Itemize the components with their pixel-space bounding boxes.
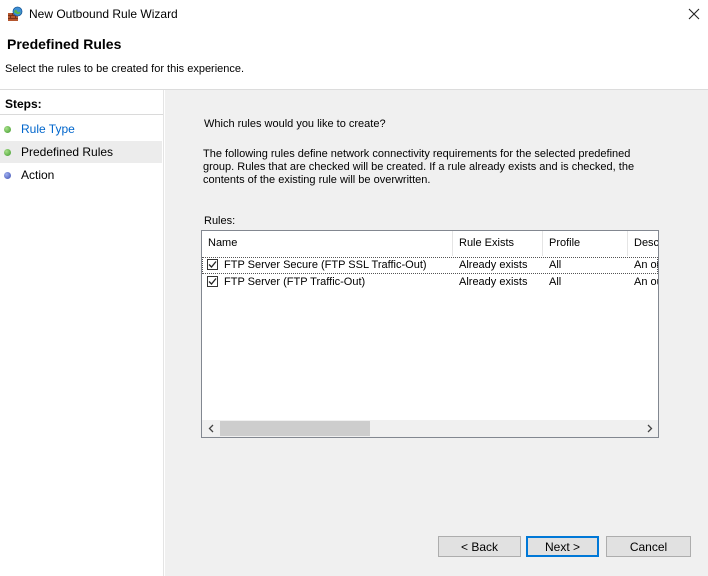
- step-rule-type[interactable]: Rule Type: [0, 118, 162, 140]
- horizontal-scrollbar[interactable]: [202, 420, 658, 437]
- checkmark-icon: [208, 261, 217, 268]
- step-status-dot: [4, 149, 11, 156]
- page-title: Predefined Rules: [7, 36, 122, 52]
- rule-profile: All: [549, 259, 562, 271]
- column-header-name[interactable]: Name: [202, 231, 453, 256]
- chevron-left-icon: [208, 424, 213, 433]
- rules-label: Rules:: [204, 215, 236, 227]
- rule-exists: Already exists: [459, 259, 528, 271]
- rule-name: FTP Server Secure (FTP SSL Traffic-Out): [224, 259, 427, 271]
- cancel-button[interactable]: Cancel: [606, 536, 691, 557]
- column-header-rule-exists[interactable]: Rule Exists: [453, 231, 543, 256]
- scroll-thumb[interactable]: [220, 421, 370, 436]
- back-button[interactable]: < Back: [438, 536, 521, 557]
- step-status-dot: [4, 126, 11, 133]
- checkmark-icon: [208, 278, 217, 285]
- steps-divider: [0, 114, 163, 115]
- rule-exists: Already exists: [459, 276, 528, 288]
- explanation-text: The following rules define network conne…: [203, 148, 635, 186]
- next-button[interactable]: Next >: [526, 536, 599, 557]
- rule-checkbox[interactable]: [207, 276, 218, 287]
- window-title: New Outbound Rule Wizard: [29, 7, 178, 21]
- question-text: Which rules would you like to create?: [204, 118, 386, 130]
- steps-heading: Steps:: [5, 97, 42, 111]
- rule-checkbox[interactable]: [207, 259, 218, 270]
- close-icon: [688, 8, 700, 20]
- step-action: Action: [0, 164, 162, 186]
- chevron-right-icon: [647, 424, 652, 433]
- step-status-dot: [4, 172, 11, 179]
- rule-name: FTP Server (FTP Traffic-Out): [224, 276, 366, 288]
- step-label: Action: [21, 168, 55, 182]
- scroll-right-button[interactable]: [641, 420, 658, 437]
- close-button[interactable]: [680, 0, 708, 28]
- step-label: Predefined Rules: [21, 145, 114, 159]
- step-label[interactable]: Rule Type: [21, 122, 75, 136]
- firewall-wizard-icon: [7, 6, 23, 22]
- page-subtitle: Select the rules to be created for this …: [5, 63, 245, 75]
- scroll-left-button[interactable]: [202, 420, 219, 437]
- table-row[interactable]: FTP Server Secure (FTP SSL Traffic-Out) …: [202, 257, 658, 274]
- column-header-description[interactable]: Desc: [628, 231, 658, 256]
- rule-description: An ou: [634, 259, 658, 271]
- step-predefined-rules: Predefined Rules: [0, 141, 162, 163]
- rules-list[interactable]: Name Rule Exists Profile Desc FTP Server…: [201, 230, 659, 438]
- column-header-profile[interactable]: Profile: [543, 231, 628, 256]
- table-row[interactable]: FTP Server (FTP Traffic-Out) Already exi…: [202, 274, 658, 291]
- rule-description: An ou: [634, 276, 658, 288]
- rule-profile: All: [549, 276, 562, 288]
